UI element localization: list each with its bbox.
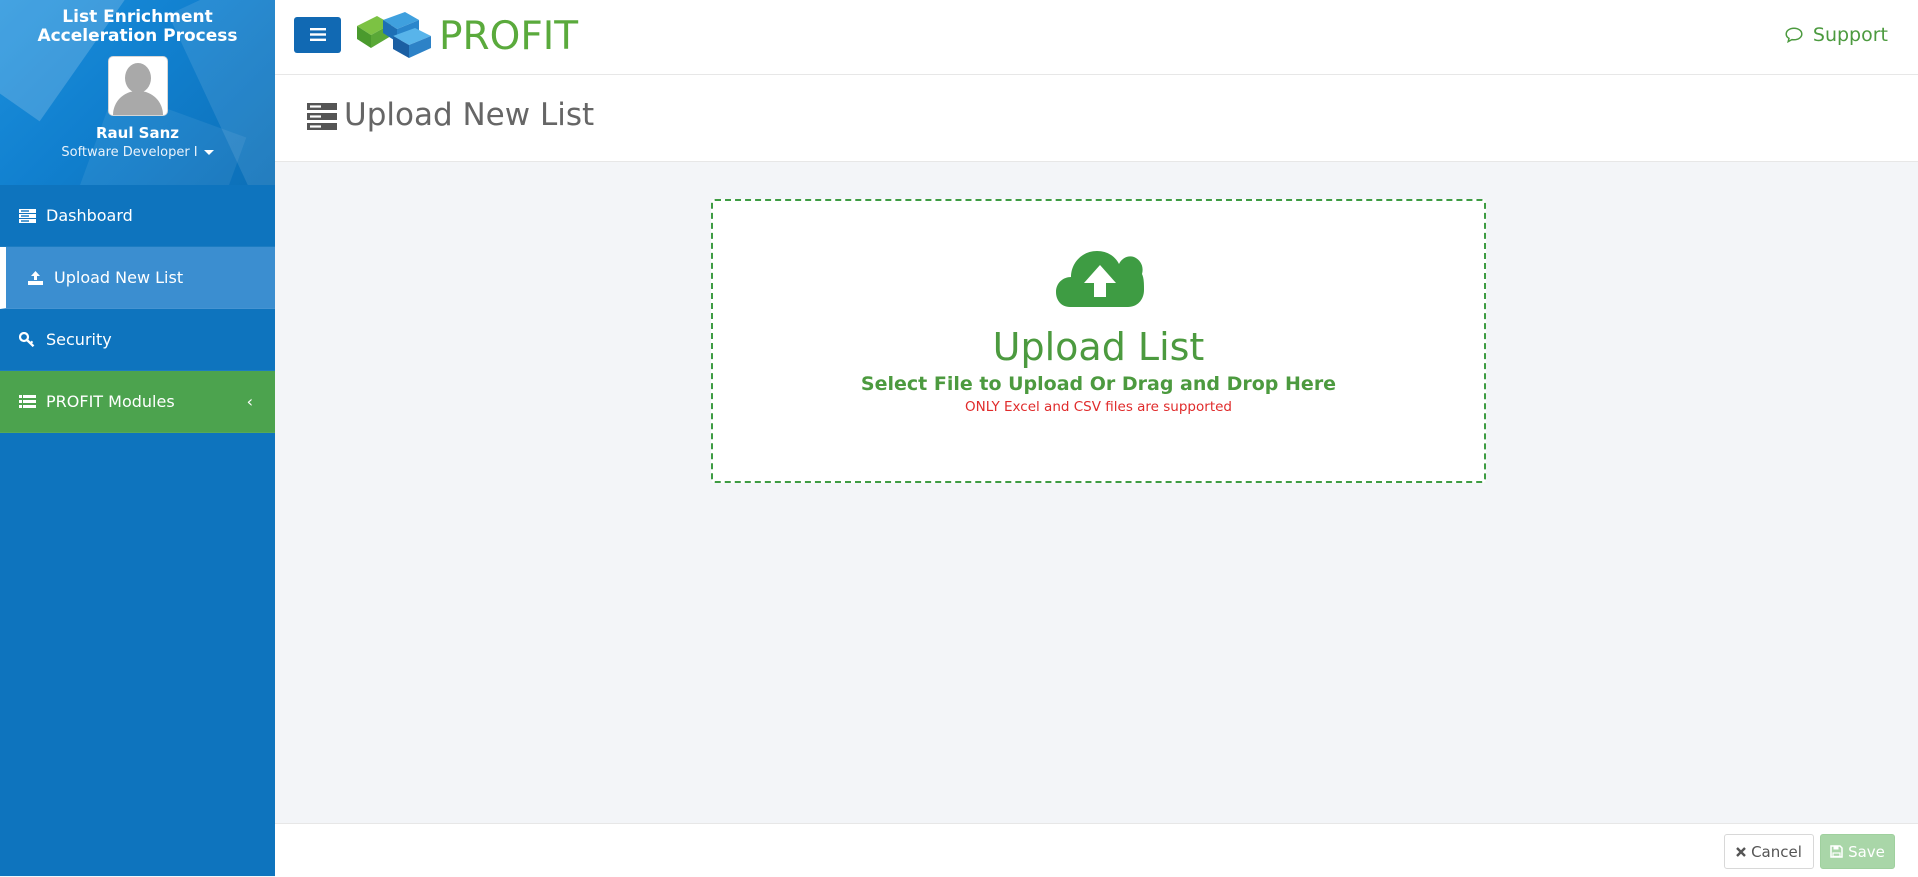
cancel-label: Cancel <box>1751 842 1802 861</box>
sidebar-item-dashboard[interactable]: Dashboard <box>0 185 275 247</box>
save-label: Save <box>1848 842 1885 861</box>
avatar <box>107 56 168 116</box>
top-navbar: PROFIT Support <box>275 0 1918 75</box>
menu-toggle-button[interactable] <box>294 17 341 53</box>
cloud-upload-icon <box>1056 243 1144 313</box>
close-icon <box>1736 846 1746 857</box>
dropzone-file-type-note: ONLY Excel and CSV files are supported <box>965 399 1232 415</box>
chat-bubble-icon <box>1785 27 1803 43</box>
sidebar: List Enrichment Acceleration Process Rau… <box>0 0 275 876</box>
sidebar-item-label: Upload New List <box>54 268 184 287</box>
logo-text: PROFIT <box>439 13 579 59</box>
dashboard-icon <box>18 208 36 223</box>
page-title: Upload New List <box>344 97 595 133</box>
key-icon <box>18 332 36 347</box>
user-role-dropdown[interactable]: Software Developer I <box>0 145 275 160</box>
page-header: Upload New List <box>275 75 1918 162</box>
cancel-button[interactable]: Cancel <box>1724 834 1814 869</box>
file-drop-zone[interactable]: Upload List Select File to Upload Or Dra… <box>711 199 1486 483</box>
action-footer: Cancel Save <box>275 823 1918 877</box>
sidebar-item-upload-new-list[interactable]: Upload New List <box>0 247 275 309</box>
profit-logo-icon <box>355 8 433 64</box>
list-icon <box>18 395 36 408</box>
sidebar-item-security[interactable]: Security <box>0 309 275 371</box>
sidebar-item-label: Dashboard <box>46 206 133 225</box>
dropzone-title: Upload List <box>992 325 1205 369</box>
sidebar-item-label: Security <box>46 330 112 349</box>
hamburger-icon <box>309 26 326 45</box>
profit-logo[interactable]: PROFIT <box>355 8 578 64</box>
sidebar-item-label: PROFIT Modules <box>46 392 175 411</box>
floppy-disk-icon <box>1830 845 1843 858</box>
save-button[interactable]: Save <box>1820 834 1895 869</box>
user-role-label: Software Developer I <box>61 145 198 160</box>
caret-down-icon <box>203 150 214 155</box>
app-title: List Enrichment Acceleration Process <box>37 7 238 46</box>
dropzone-subtitle: Select File to Upload Or Drag and Drop H… <box>860 373 1337 395</box>
support-label: Support <box>1812 24 1888 46</box>
chevron-left-icon: ‹ <box>246 392 253 411</box>
sidebar-item-profit-modules[interactable]: PROFIT Modules ‹ <box>0 371 275 433</box>
upload-icon <box>26 270 44 285</box>
support-link[interactable]: Support <box>1785 24 1888 46</box>
user-name: Raul Sanz <box>95 124 180 142</box>
user-profile-panel: List Enrichment Acceleration Process Rau… <box>0 0 275 185</box>
server-icon <box>307 103 337 134</box>
